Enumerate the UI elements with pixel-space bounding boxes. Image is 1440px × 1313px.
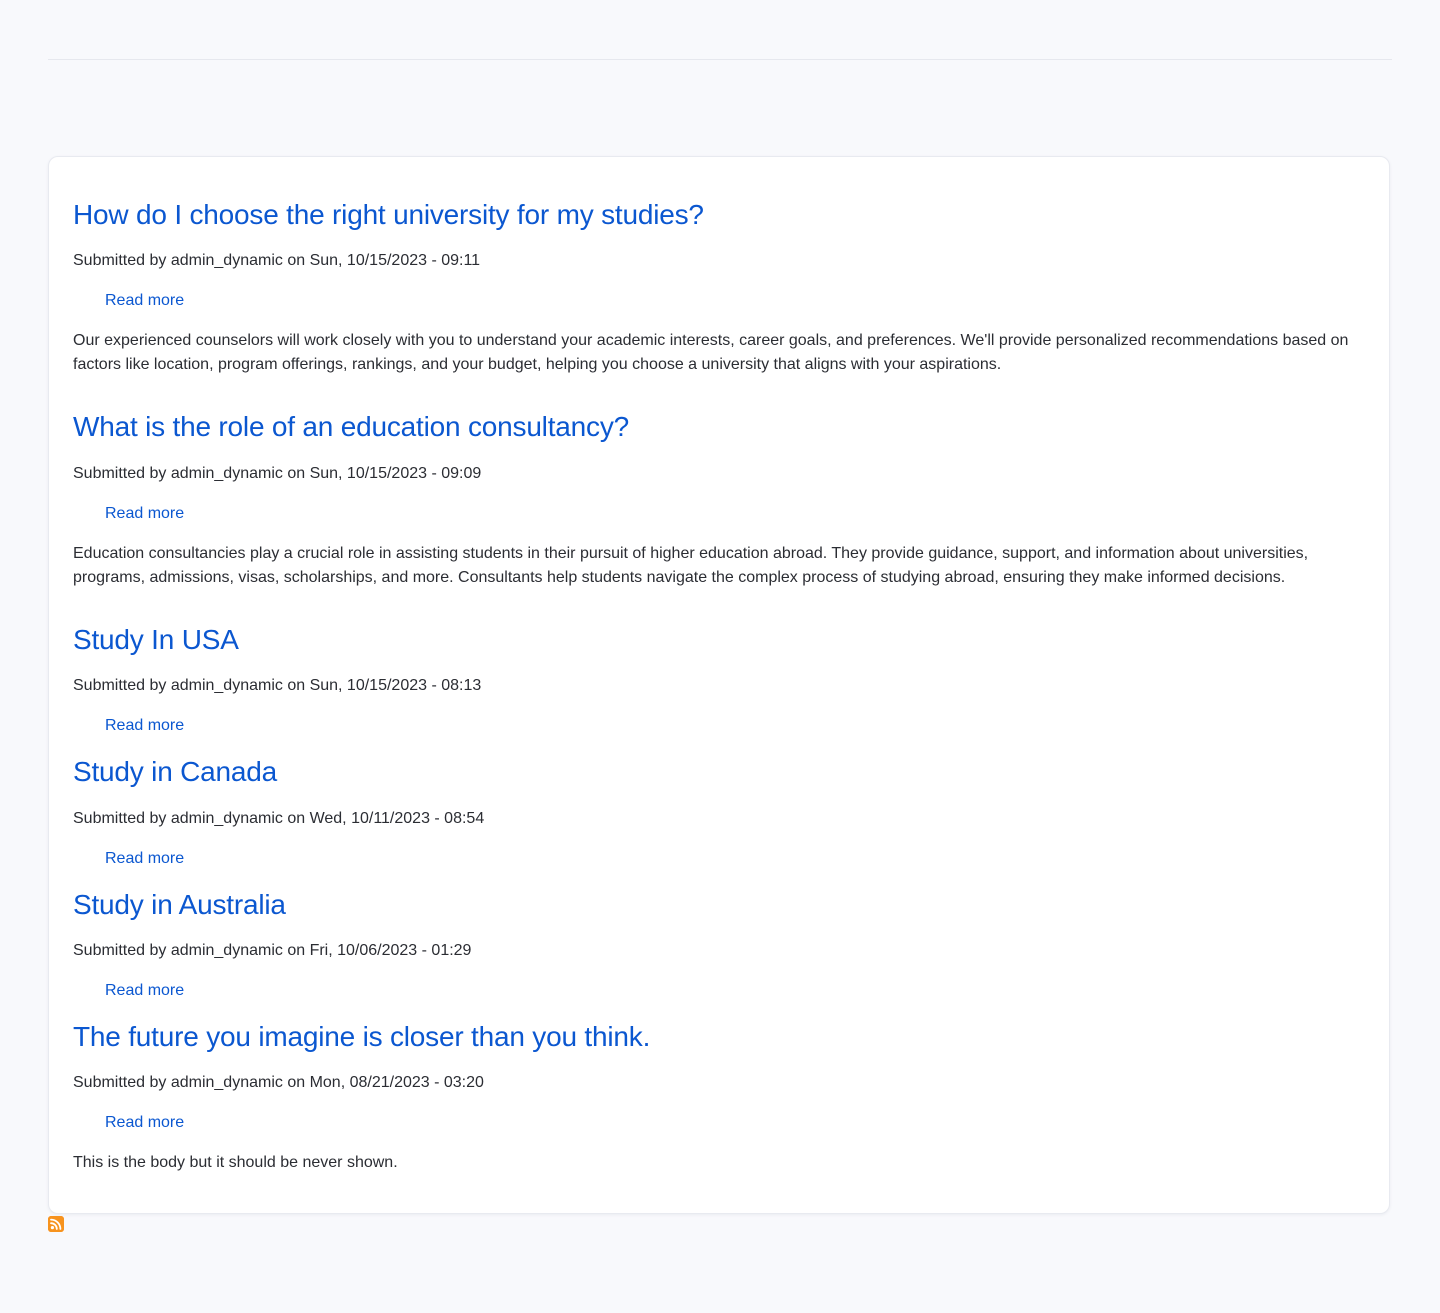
article-summary: Our experienced counselors will work clo…: [73, 332, 1349, 373]
article-teaser: The future you imagine is closer than yo…: [73, 1019, 1363, 1171]
article-teaser: What is the role of an education consult…: [73, 409, 1363, 586]
article-teaser: Study in Australia Submitted by admin_dy…: [73, 887, 1363, 999]
article-teaser: How do I choose the right university for…: [73, 197, 1363, 373]
article-summary: Education consultancies play a crucial r…: [73, 545, 1309, 586]
read-more-link[interactable]: Read more: [105, 979, 184, 1003]
article-summary: This is the body but it should be never …: [73, 1154, 398, 1171]
read-more-link[interactable]: Read more: [105, 1111, 184, 1135]
article-title-link[interactable]: Study in Australia: [73, 887, 1363, 923]
article-submitted-meta: Submitted by admin_dynamic on Sun, 10/15…: [73, 252, 481, 269]
article-submitted-meta: Submitted by admin_dynamic on Fri, 10/06…: [73, 942, 472, 959]
article-submitted-meta: Submitted by admin_dynamic on Sun, 10/15…: [73, 677, 482, 694]
rss-feed-icon: [48, 1216, 64, 1232]
article-title-link[interactable]: What is the role of an education consult…: [73, 409, 1363, 445]
article-submitted-meta: Submitted by admin_dynamic on Mon, 08/21…: [73, 1074, 484, 1091]
article-submitted-meta: Submitted by admin_dynamic on Sun, 10/15…: [73, 465, 482, 482]
article-teaser: Study in Canada Submitted by admin_dynam…: [73, 754, 1363, 867]
article-title-link[interactable]: Study In USA: [73, 622, 1363, 658]
article-title-link[interactable]: The future you imagine is closer than yo…: [73, 1019, 1363, 1055]
rss-feed-link[interactable]: [48, 1216, 64, 1232]
article-title-link[interactable]: How do I choose the right university for…: [73, 197, 1363, 233]
read-more-link[interactable]: Read more: [105, 502, 184, 526]
article-title-link[interactable]: Study in Canada: [73, 754, 1363, 790]
article-submitted-meta: Submitted by admin_dynamic on Wed, 10/11…: [73, 810, 485, 827]
read-more-link[interactable]: Read more: [105, 289, 184, 313]
read-more-link[interactable]: Read more: [105, 714, 184, 738]
article-teaser: Study In USA Submitted by admin_dynamic …: [73, 622, 1363, 734]
read-more-link[interactable]: Read more: [105, 847, 184, 871]
article-list: How do I choose the right university for…: [48, 156, 1390, 1214]
header-divider: [48, 59, 1392, 60]
